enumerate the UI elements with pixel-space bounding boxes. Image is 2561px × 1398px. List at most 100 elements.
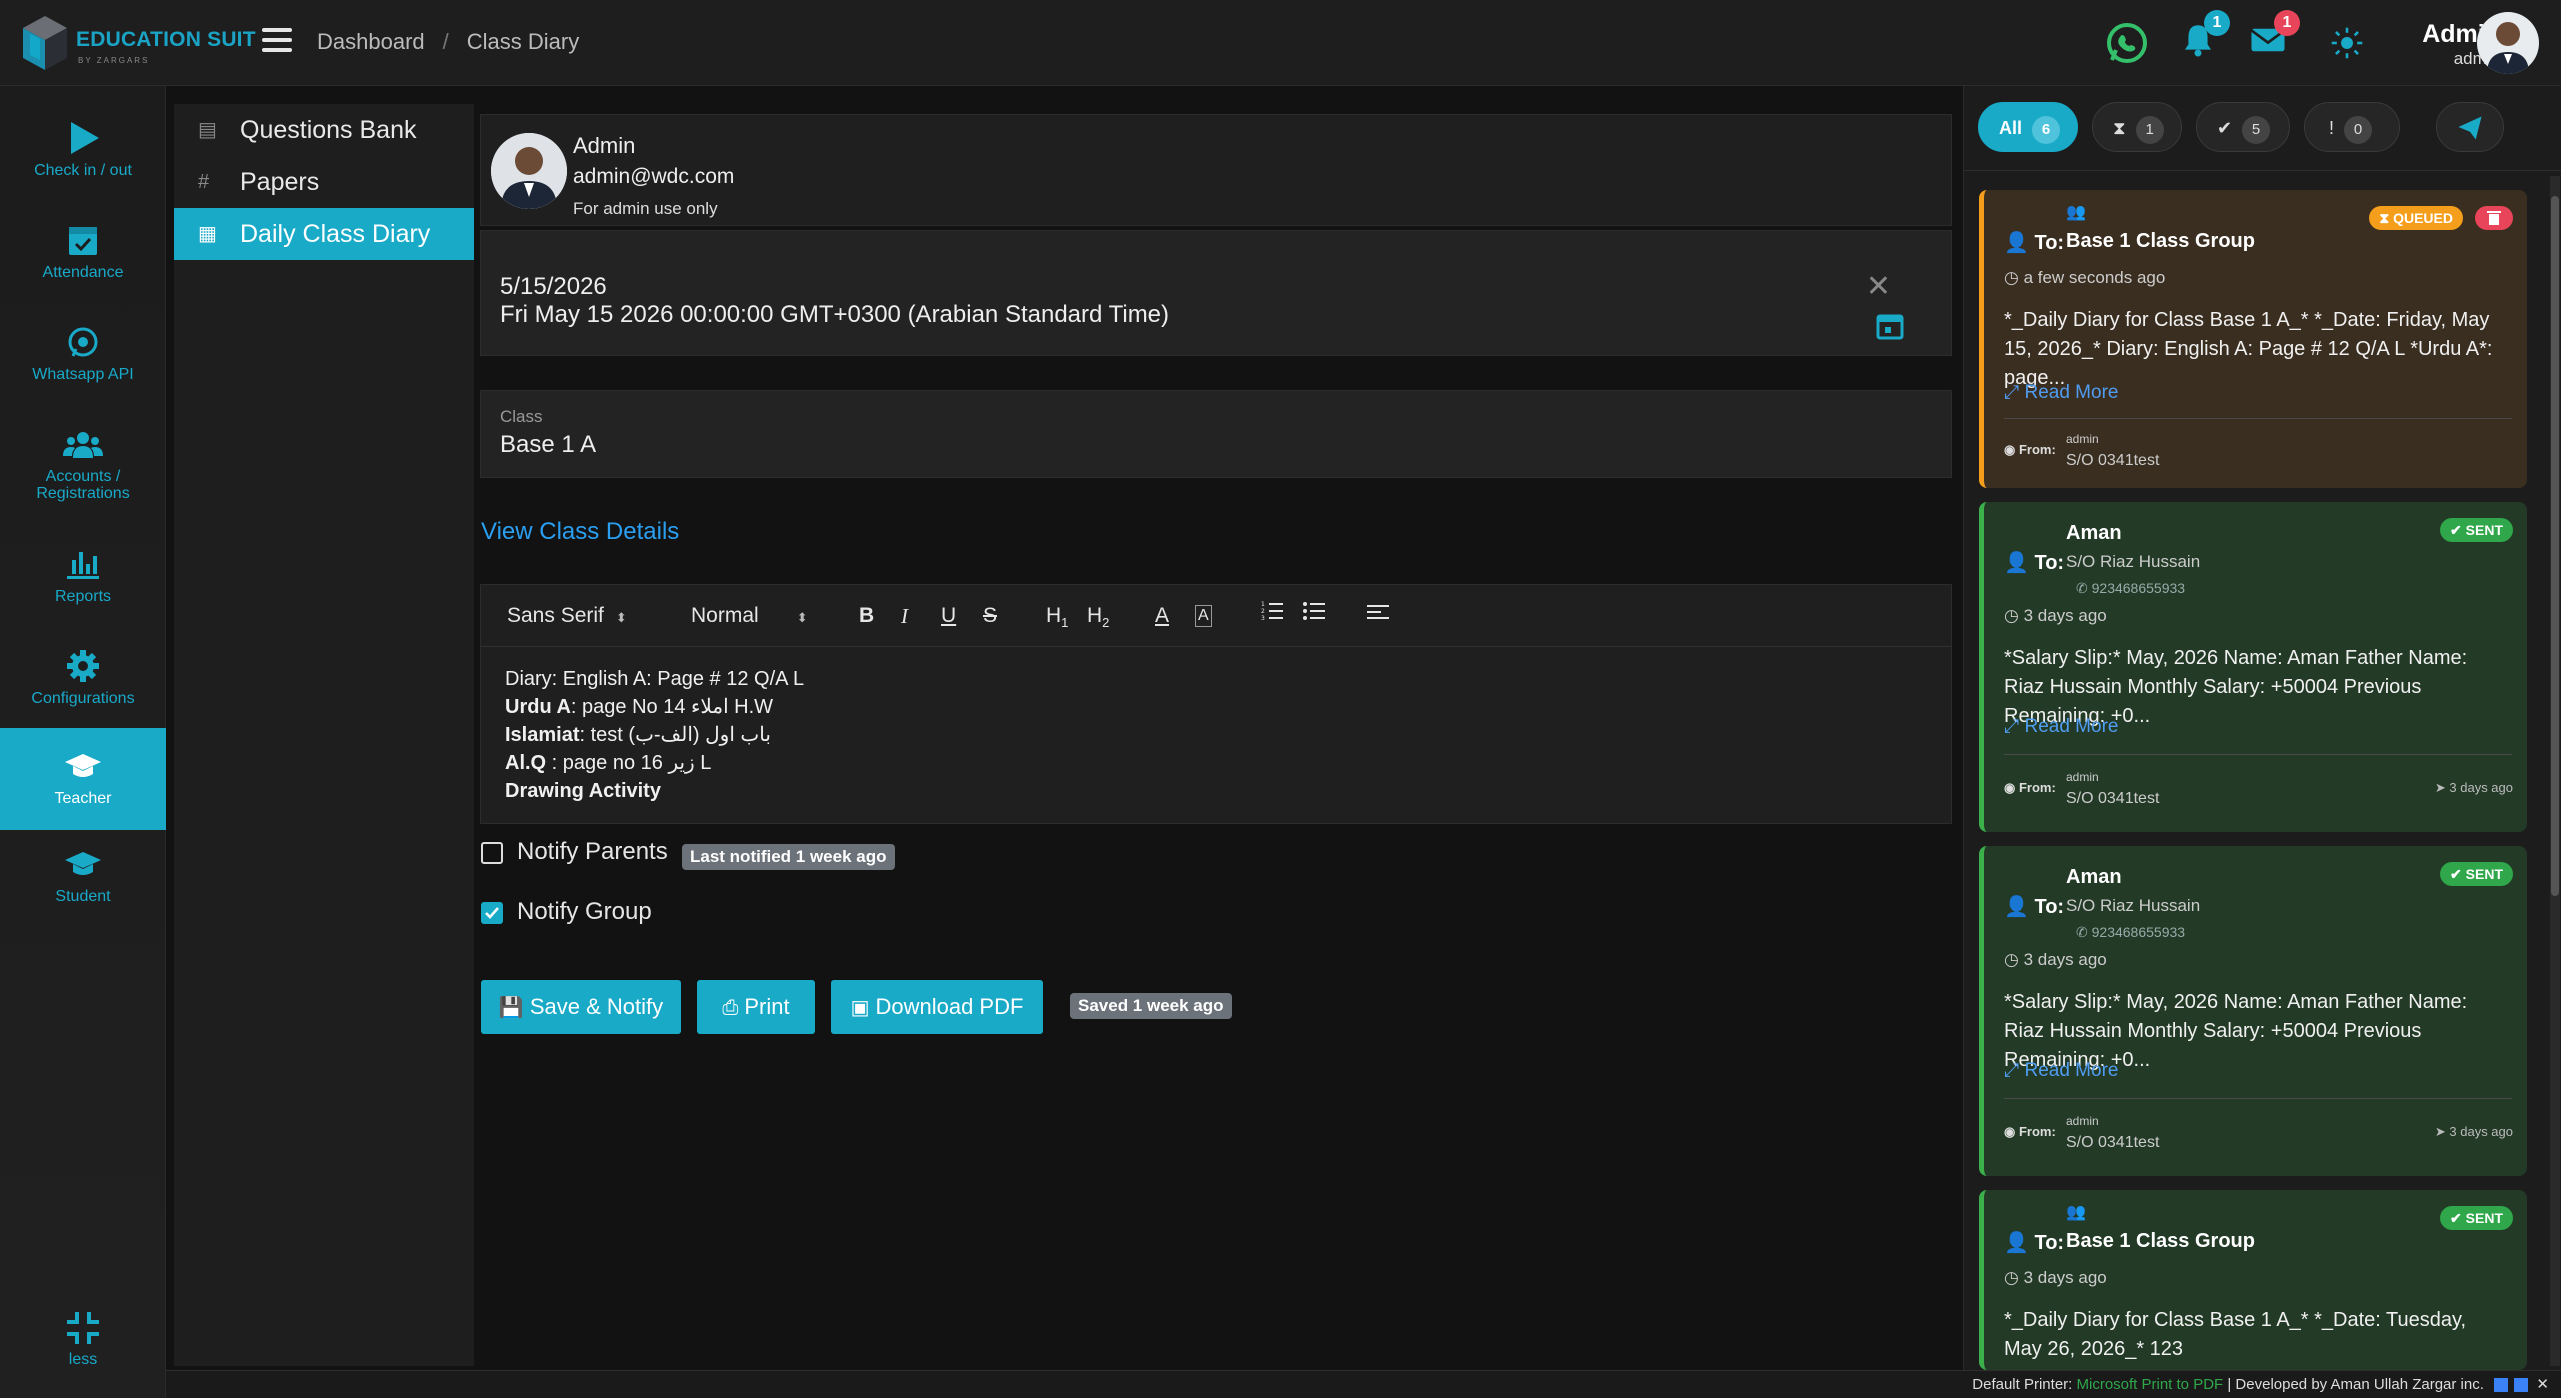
profile-name: Admin bbox=[573, 133, 636, 158]
breadcrumb-dashboard[interactable]: Dashboard bbox=[317, 29, 425, 54]
filter-queued[interactable]: ⧗ 1 bbox=[2092, 102, 2182, 152]
message-card[interactable]: ⧗ QUEUED 👤 To: 👥 Base 1 Class Group ◷ a … bbox=[1979, 190, 2527, 488]
strike-icon[interactable]: S bbox=[983, 599, 997, 633]
bullet-list-icon[interactable] bbox=[1303, 599, 1325, 633]
class-field[interactable]: Class Base 1 A bbox=[480, 390, 1952, 478]
underline-icon[interactable]: U bbox=[941, 599, 956, 633]
notify-group-label[interactable]: Notify Group bbox=[517, 898, 652, 926]
date-long: Fri May 15 2026 00:00:00 GMT+0300 (Arabi… bbox=[500, 301, 1170, 328]
italic-icon[interactable]: I bbox=[901, 599, 908, 633]
editor-line-text: Diary: English A: Page # 12 Q/A L bbox=[505, 668, 805, 690]
whatsapp-icon[interactable] bbox=[2104, 20, 2150, 66]
profile-card: Admin admin@wdc.com For admin use only bbox=[480, 114, 1952, 226]
submenu-daily-class-diary[interactable]: ▦ Daily Class Diary bbox=[174, 208, 474, 260]
message-time-text: 3 days ago bbox=[2023, 1268, 2107, 1287]
download-pdf-button[interactable]: ▣ Download PDF bbox=[831, 980, 1043, 1034]
print-button[interactable]: ⎙ Print bbox=[697, 980, 815, 1034]
nav-configurations[interactable]: Configurations bbox=[0, 634, 166, 730]
footer-printer-name[interactable]: Microsoft Print to PDF bbox=[2077, 1376, 2224, 1393]
message-card[interactable]: ✔ SENT Aman 👤 To: S/O Riaz Hussain ✆ 923… bbox=[1979, 846, 2527, 1176]
message-card[interactable]: ✔ SENT 👤 To: 👥 Base 1 Class Group ◷ 3 da… bbox=[1979, 1190, 2527, 1370]
linkedin-icon[interactable] bbox=[2514, 1378, 2529, 1393]
notify-parents-checkbox[interactable] bbox=[481, 842, 503, 864]
collapse-less-label: less bbox=[68, 1351, 98, 1368]
filter-sent[interactable]: ✔ 5 bbox=[2196, 102, 2290, 152]
teacher-submenu: ▤ Questions Bank # Papers ▦ Daily Class … bbox=[174, 104, 474, 1366]
panel-scrollbar[interactable] bbox=[2550, 176, 2560, 1366]
from-label-text: From: bbox=[2018, 1124, 2056, 1139]
check-circle-icon: ✔ bbox=[2217, 118, 2233, 138]
text-color-icon[interactable]: A bbox=[1155, 599, 1169, 633]
read-more-link[interactable]: ⤢ Read More bbox=[2004, 1060, 2118, 1082]
filter-all[interactable]: All 6 bbox=[1978, 102, 2078, 152]
to-label: 👤 To: bbox=[2004, 230, 2064, 255]
brand-logo[interactable]: EDUCATION SUIT BY ZARGARS bbox=[20, 14, 256, 74]
delete-trash-icon[interactable] bbox=[2475, 206, 2513, 230]
scrollbar-thumb[interactable] bbox=[2551, 196, 2559, 896]
read-more-text: Read More bbox=[2024, 1060, 2119, 1081]
font-size-select[interactable]: Normal ⬍ bbox=[691, 599, 841, 633]
read-more-link[interactable]: ⤢ Read More bbox=[2004, 382, 2118, 404]
view-class-details-link[interactable]: View Class Details bbox=[481, 518, 679, 546]
nav-whatsapp-api[interactable]: Whatsapp API bbox=[0, 310, 166, 406]
save-notify-button[interactable]: 💾 Save & Notify bbox=[481, 980, 681, 1034]
paper-plane-icon: ➤ bbox=[2434, 780, 2446, 795]
message-card[interactable]: ✔ SENT Aman 👤 To: S/O Riaz Hussain ✆ 923… bbox=[1979, 502, 2527, 832]
to-label-text: To: bbox=[2034, 896, 2065, 918]
date-picker-field[interactable]: 5/15/2026 Fri May 15 2026 00:00:00 GMT+0… bbox=[480, 230, 1952, 356]
menu-toggle-icon[interactable] bbox=[262, 28, 292, 54]
paper-plane-icon: ➤ bbox=[2434, 1124, 2446, 1139]
mail-icon[interactable]: 1 bbox=[2248, 10, 2300, 66]
nav-teacher[interactable]: Teacher bbox=[0, 728, 166, 830]
filter-failed[interactable]: ! 0 bbox=[2304, 102, 2400, 152]
facebook-icon[interactable] bbox=[2494, 1378, 2509, 1393]
to-label: 👤 To: bbox=[2004, 894, 2064, 919]
notifications-badge: 1 bbox=[2204, 10, 2230, 36]
from-label-text: From: bbox=[2018, 780, 2056, 795]
nav-configurations-label: Configurations bbox=[31, 690, 135, 707]
theme-toggle-sun-icon[interactable] bbox=[2330, 26, 2376, 72]
nav-attendance[interactable]: Attendance bbox=[0, 208, 166, 304]
submenu-daily-class-diary-label: Daily Class Diary bbox=[240, 220, 431, 248]
nav-reports[interactable]: Reports bbox=[0, 532, 166, 628]
select-arrows-icon: ⬍ bbox=[615, 610, 627, 625]
gear-icon bbox=[67, 650, 99, 682]
submenu-questions-bank[interactable]: ▤ Questions Bank bbox=[174, 104, 474, 156]
recipient-name: Aman bbox=[2066, 866, 2122, 888]
bold-icon[interactable]: B bbox=[859, 599, 874, 633]
send-paper-plane-button[interactable] bbox=[2436, 102, 2504, 152]
heading-2-icon[interactable]: H2 bbox=[1087, 599, 1109, 633]
message-time: ◷ 3 days ago bbox=[2004, 1268, 2107, 1287]
message-time: ◷ a few seconds ago bbox=[2004, 268, 2166, 287]
read-more-link[interactable]: ⤢ Read More bbox=[2004, 716, 2118, 738]
nav-student[interactable]: Student bbox=[0, 832, 166, 928]
check-icon bbox=[485, 907, 499, 919]
ordered-list-icon[interactable]: 123 bbox=[1261, 599, 1283, 633]
close-footer-icon[interactable]: ✕ bbox=[2536, 1376, 2549, 1393]
editor-content[interactable]: Diary: English A: Page # 12 Q/A L Urdu A… bbox=[505, 665, 804, 805]
collapse-less-button[interactable]: less bbox=[0, 1310, 166, 1369]
message-time: ◷ 3 days ago bbox=[2004, 950, 2107, 969]
diary-editor: Sans Serif ⬍ Normal ⬍ B I U S H1 H2 A A 12… bbox=[480, 584, 1952, 824]
breadcrumb-separator: / bbox=[442, 29, 449, 54]
filter-failed-count: 0 bbox=[2344, 116, 2373, 144]
align-left-icon[interactable] bbox=[1367, 599, 1389, 633]
nav-check-in-out[interactable]: Check in / out bbox=[0, 106, 166, 202]
calendar-icon[interactable] bbox=[1875, 311, 1905, 341]
notify-group-checkbox[interactable] bbox=[481, 902, 503, 924]
notify-parents-label[interactable]: Notify Parents bbox=[517, 838, 668, 866]
student-cap-icon bbox=[65, 852, 101, 875]
nav-accounts-registrations[interactable]: Accounts / Registrations bbox=[0, 412, 166, 522]
submenu-papers[interactable]: # Papers bbox=[174, 156, 474, 208]
user-avatar[interactable] bbox=[2477, 12, 2539, 74]
clear-date-icon[interactable]: ✕ bbox=[1866, 269, 1891, 304]
from-detail: S/O 0341test bbox=[2066, 1134, 2160, 1151]
editor-line: Drawing Activity bbox=[505, 777, 804, 805]
user-circle-icon: ◉ bbox=[2004, 780, 2016, 795]
background-color-icon[interactable]: A bbox=[1195, 605, 1212, 627]
font-family-select[interactable]: Sans Serif ⬍ bbox=[507, 599, 657, 633]
brand-subtitle: BY ZARGARS bbox=[78, 56, 150, 65]
heading-1-icon[interactable]: H1 bbox=[1046, 599, 1068, 633]
notifications-bell-icon[interactable]: 1 bbox=[2178, 10, 2230, 66]
nav-student-label: Student bbox=[55, 888, 111, 905]
